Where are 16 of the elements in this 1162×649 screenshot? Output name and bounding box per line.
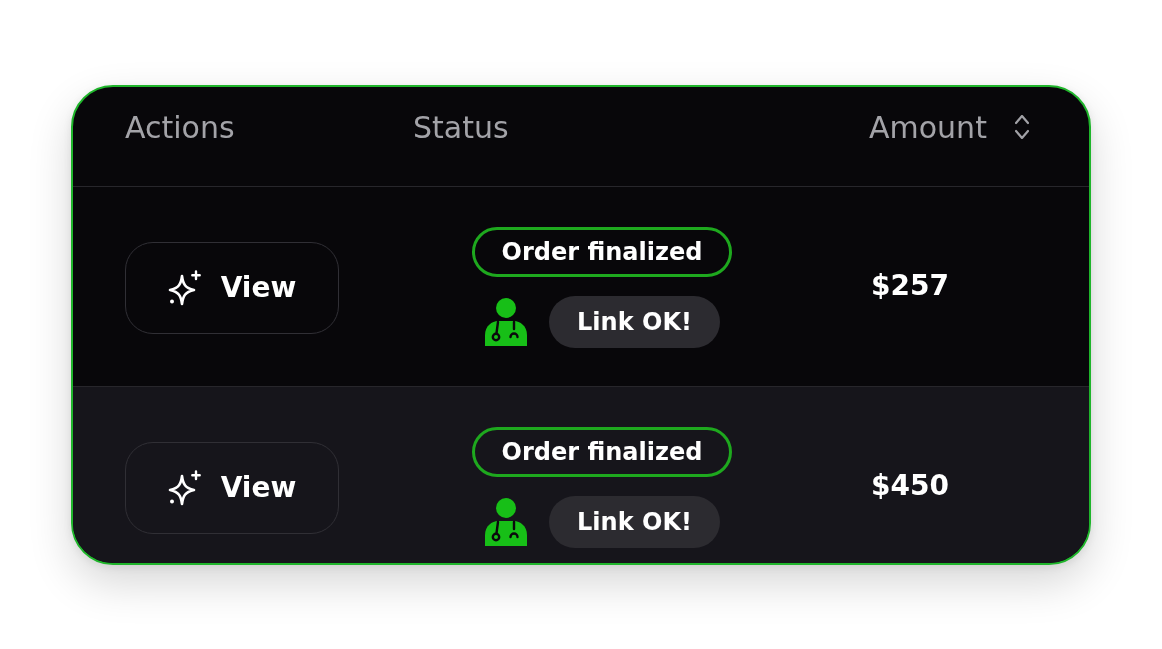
view-button[interactable]: View — [125, 241, 339, 334]
status-badge: Order finalized — [471, 226, 733, 277]
doctor-icon — [484, 497, 529, 546]
status-badge: Order finalized — [471, 426, 733, 477]
column-header: Amount — [869, 109, 987, 145]
sparkle-icon — [167, 469, 203, 506]
amount-value: $450 — [871, 468, 949, 502]
column-header: Status — [413, 109, 509, 145]
amount-value: $257 — [871, 268, 949, 302]
link-status-pill: Link OK! — [549, 295, 720, 348]
column-header: Actions — [125, 109, 235, 145]
doctor-icon — [484, 297, 529, 346]
link-status-pill: Link OK! — [549, 495, 720, 548]
sparkle-icon — [167, 269, 203, 306]
view-button[interactable]: View — [125, 441, 339, 534]
sort-icon[interactable] — [1014, 115, 1029, 139]
